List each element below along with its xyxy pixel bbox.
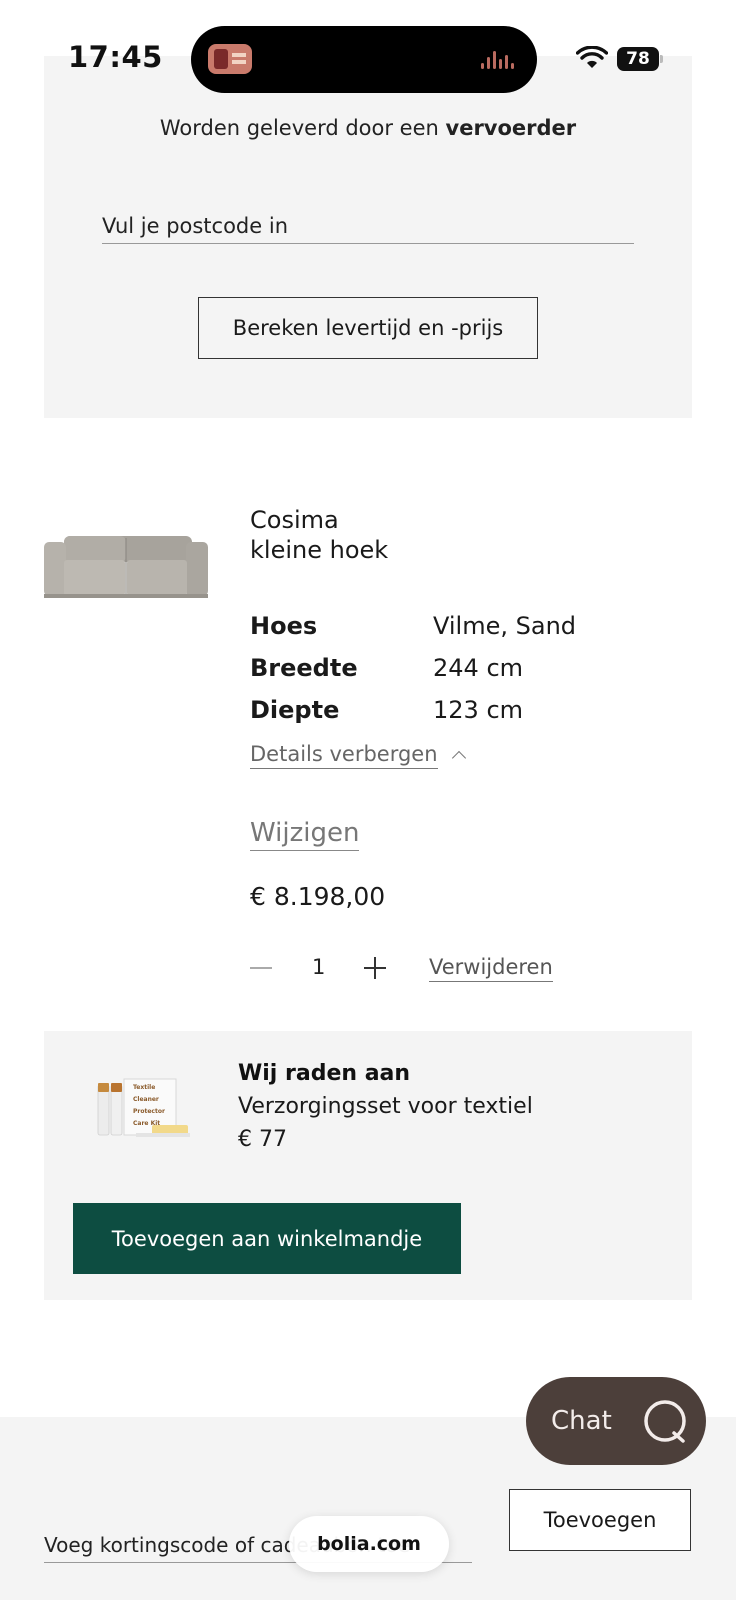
details-toggle[interactable]: Details verbergen bbox=[250, 742, 466, 769]
remove-link[interactable]: Verwijderen bbox=[429, 955, 553, 982]
battery-icon: 78 bbox=[617, 47, 663, 71]
recommendation-product-name[interactable]: Verzorgingsset voor textiel bbox=[238, 1094, 533, 1119]
delivery-carrier: vervoerder bbox=[445, 116, 577, 140]
spec-label: Diepte bbox=[250, 696, 340, 724]
wifi-icon bbox=[576, 46, 608, 68]
chat-bubble-icon bbox=[644, 1400, 686, 1443]
calculate-delivery-button[interactable]: Bereken levertijd en -prijs bbox=[198, 297, 538, 359]
chevron-up-icon[interactable] bbox=[451, 750, 466, 766]
page: 17:45 78 Worden geleverd door een vervoe… bbox=[0, 0, 736, 1600]
delivery-panel: Worden geleverd door een vervoerder Bere… bbox=[44, 56, 692, 418]
change-link[interactable]: Wijzigen bbox=[250, 818, 360, 851]
battery-level: 78 bbox=[617, 47, 659, 71]
status-time: 17:45 bbox=[68, 40, 163, 74]
delivery-info: Worden geleverd door een vervoerder bbox=[159, 116, 577, 140]
decrease-quantity-button[interactable] bbox=[250, 956, 274, 980]
svg-text:Protector: Protector bbox=[133, 1108, 165, 1115]
browser-url-bar[interactable]: bolia.com bbox=[289, 1516, 449, 1572]
audio-waveform-icon bbox=[481, 51, 521, 69]
chat-button[interactable]: Chat bbox=[526, 1377, 706, 1465]
add-to-cart-button[interactable]: Toevoegen aan winkelmandje bbox=[73, 1203, 461, 1274]
spec-value: 244 cm bbox=[433, 654, 524, 682]
product-name[interactable]: Cosima kleine hoek bbox=[250, 505, 388, 565]
spec-value: Vilme, Sand bbox=[433, 612, 577, 640]
spec-value: 123 cm bbox=[433, 696, 524, 724]
dynamic-island[interactable] bbox=[191, 26, 537, 93]
recommendation-panel: Textile Cleaner Protector Care Kit Wij r… bbox=[44, 1031, 692, 1300]
product-price: € 8.198,00 bbox=[250, 882, 386, 911]
spec-row-breedte: Breedte 244 cm bbox=[250, 654, 523, 682]
postcode-input[interactable] bbox=[102, 208, 634, 244]
now-playing-artwork bbox=[208, 44, 252, 74]
recommendation-title: Wij raden aan bbox=[238, 1061, 411, 1086]
spec-row-diepte: Diepte 123 cm bbox=[250, 696, 523, 724]
increase-quantity-button[interactable] bbox=[364, 956, 388, 980]
spec-label: Breedte bbox=[250, 654, 358, 682]
quantity-value: 1 bbox=[312, 955, 326, 979]
chat-label: Chat bbox=[551, 1406, 612, 1436]
apply-discount-button[interactable]: Toevoegen bbox=[509, 1489, 691, 1551]
spec-label: Hoes bbox=[250, 612, 318, 640]
svg-text:Textile: Textile bbox=[133, 1084, 155, 1091]
care-kit-image[interactable]: Textile Cleaner Protector Care Kit bbox=[96, 1077, 192, 1145]
recommendation-price: € 77 bbox=[238, 1127, 287, 1152]
sofa-product-image[interactable] bbox=[44, 532, 208, 598]
svg-text:Cleaner: Cleaner bbox=[133, 1096, 159, 1103]
status-bar: 17:45 78 bbox=[0, 0, 736, 110]
details-toggle-label[interactable]: Details verbergen bbox=[250, 742, 438, 769]
spec-row-hoes: Hoes Vilme, Sand bbox=[250, 612, 576, 640]
